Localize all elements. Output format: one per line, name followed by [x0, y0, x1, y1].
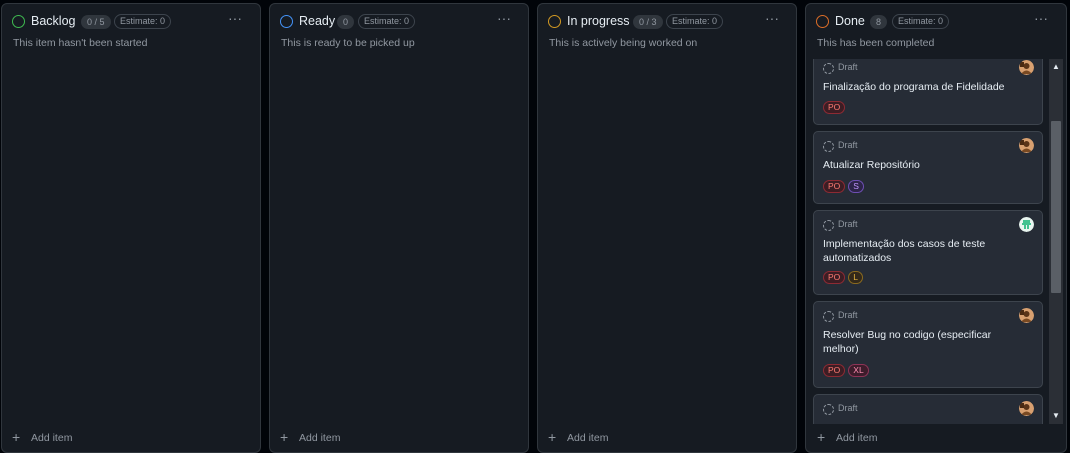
status-circle-icon	[548, 15, 561, 28]
draft-label: Draft	[838, 62, 858, 72]
add-item-button[interactable]: + Add item	[817, 430, 877, 446]
column-description: This is actively being worked on	[549, 37, 698, 49]
draft-label: Draft	[838, 219, 858, 229]
label-po[interactable]: PO	[823, 180, 846, 193]
add-item-label: Add item	[31, 432, 73, 444]
status-circle-icon	[816, 15, 829, 28]
card-casos-de-teste[interactable]: Draft Implementação dos casos de teste a…	[813, 210, 1043, 295]
draft-circle-icon	[823, 311, 834, 322]
label-size-xl[interactable]: XL	[848, 364, 869, 377]
card-finalizacao-fidelidade[interactable]: Draft Finalização do programa de Fidelid…	[813, 59, 1043, 125]
label-size-l[interactable]: L	[848, 271, 864, 284]
scroll-thumb[interactable]	[1051, 121, 1061, 293]
column-title: Backlog	[31, 14, 76, 28]
draft-label: Draft	[838, 310, 858, 320]
avatar[interactable]	[1019, 308, 1034, 323]
status-circle-icon	[280, 15, 293, 28]
add-item-label: Add item	[836, 432, 878, 444]
column-menu-ellipsis-icon[interactable]: ···	[761, 11, 783, 29]
column-ready: Ready 0 Estimate: 0 ··· This is ready to…	[269, 3, 529, 453]
card-atualizar-repositorio[interactable]: Draft Atualizar Repositório PO S	[813, 131, 1043, 204]
column-title: In progress	[567, 14, 630, 28]
column-description: This item hasn't been started	[13, 37, 148, 49]
draft-label: Draft	[838, 140, 858, 150]
card-labels: PO XL	[823, 364, 872, 378]
add-item-button[interactable]: + Add item	[280, 430, 340, 446]
column-title: Done	[835, 14, 865, 28]
item-count-badge: 0	[337, 15, 355, 29]
estimate-badge: Estimate: 0	[358, 14, 416, 29]
plus-icon: +	[280, 429, 289, 445]
column-menu-ellipsis-icon[interactable]: ···	[493, 11, 515, 29]
estimate-badge: Estimate: 0	[666, 14, 724, 29]
item-count-badge: 0 / 3	[633, 15, 663, 29]
column-done: Done 8 Estimate: 0 ··· This has been com…	[805, 3, 1067, 453]
item-count-badge: 8	[870, 15, 888, 29]
vertical-scrollbar[interactable]: ▲ ▼	[1049, 59, 1063, 424]
plus-icon: +	[817, 429, 826, 445]
card-list: Draft Finalização do programa de Fidelid…	[811, 59, 1063, 424]
avatar[interactable]	[1019, 217, 1034, 232]
avatar[interactable]	[1019, 60, 1034, 75]
label-size-s[interactable]: S	[848, 180, 864, 193]
column-backlog: Backlog 0 / 5 Estimate: 0 ··· This item …	[1, 3, 261, 453]
column-header: Backlog 0 / 5 Estimate: 0 ···	[2, 4, 260, 40]
add-item-button[interactable]: + Add item	[12, 430, 72, 446]
card-title[interactable]: Resolver Bug no codigo (especificar melh…	[823, 328, 1028, 356]
draft-label: Draft	[838, 403, 858, 413]
column-title: Ready	[299, 14, 336, 28]
card-title[interactable]: Atualizar Repositório	[823, 158, 1028, 172]
add-item-button[interactable]: + Add item	[548, 430, 608, 446]
column-in-progress: In progress 0 / 3 Estimate: 0 ··· This i…	[537, 3, 797, 453]
status-circle-icon	[12, 15, 25, 28]
column-header: Ready 0 Estimate: 0 ···	[270, 4, 528, 40]
label-po[interactable]: PO	[823, 271, 846, 284]
scroll-down-arrow-icon[interactable]: ▼	[1049, 410, 1063, 422]
column-description: This is ready to be picked up	[281, 37, 415, 49]
avatar[interactable]	[1019, 401, 1034, 416]
card-labels: PO	[823, 101, 848, 115]
estimate-badge: Estimate: 0	[892, 14, 950, 29]
column-header: In progress 0 / 3 Estimate: 0 ···	[538, 4, 796, 40]
card-labels: PO L	[823, 271, 866, 285]
add-item-label: Add item	[299, 432, 341, 444]
estimate-badge: Estimate: 0	[114, 14, 172, 29]
plus-icon: +	[12, 429, 21, 445]
column-menu-ellipsis-icon[interactable]: ···	[1030, 11, 1052, 29]
draft-circle-icon	[823, 141, 834, 152]
card-partial[interactable]: Draft	[813, 394, 1043, 424]
column-menu-ellipsis-icon[interactable]: ···	[224, 11, 246, 29]
column-header: Done 8 Estimate: 0 ···	[806, 4, 1066, 40]
project-board: Backlog 0 / 5 Estimate: 0 ··· This item …	[0, 0, 1070, 453]
item-count-badge: 0 / 5	[81, 15, 111, 29]
draft-circle-icon	[823, 220, 834, 231]
draft-circle-icon	[823, 63, 834, 74]
label-po[interactable]: PO	[823, 364, 846, 377]
draft-circle-icon	[823, 404, 834, 415]
label-po[interactable]: PO	[823, 101, 846, 114]
avatar[interactable]	[1019, 138, 1034, 153]
card-labels: PO S	[823, 180, 867, 194]
card-title[interactable]: Implementação dos casos de teste automat…	[823, 237, 1028, 265]
card-title[interactable]: Finalização do programa de Fidelidade	[823, 80, 1028, 94]
column-description: This has been completed	[817, 37, 935, 49]
add-item-label: Add item	[567, 432, 609, 444]
scroll-up-arrow-icon[interactable]: ▲	[1049, 61, 1063, 73]
plus-icon: +	[548, 429, 557, 445]
card-resolver-bug[interactable]: Draft Resolver Bug no codigo (especifica…	[813, 301, 1043, 388]
